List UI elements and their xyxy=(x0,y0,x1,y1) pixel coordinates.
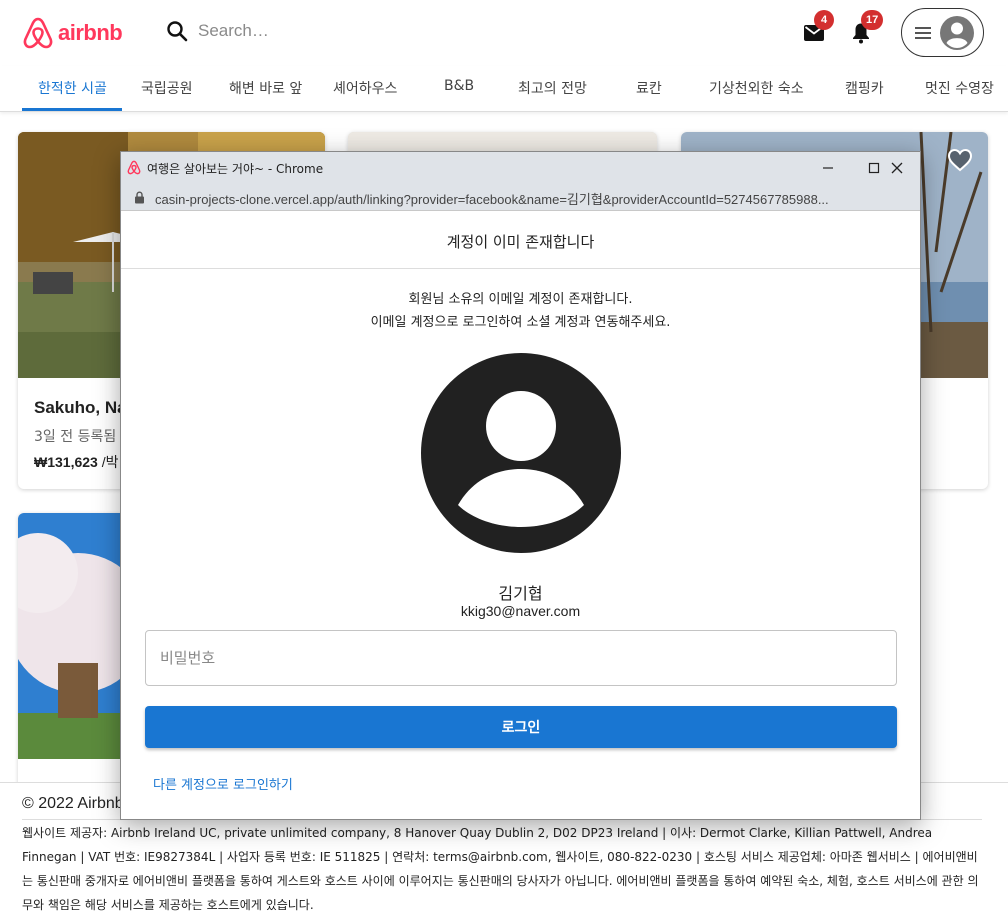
url-text: casin-projects-clone.vercel.app/auth/lin… xyxy=(155,192,829,207)
tab-beachfront[interactable]: 해변 바로 앞 xyxy=(229,78,302,98)
notifications-button[interactable]: 17 xyxy=(849,10,884,44)
category-tabs: 한적한 시골 국립공원 해변 바로 앞 셰어하우스 B&B 최고의 전망 료칸 … xyxy=(0,66,1008,112)
tab-campervans[interactable]: 캠핑카 xyxy=(845,78,884,98)
menu-icon xyxy=(915,26,931,39)
message-line-1: 회원님 소유의 이메일 계정이 존재합니다. xyxy=(408,292,633,307)
listing-price: ₩131,623 /박 xyxy=(34,452,119,472)
tab-countryside[interactable]: 한적한 시골 xyxy=(38,78,107,98)
airbnb-logo-icon xyxy=(23,17,53,49)
close-button[interactable] xyxy=(874,152,920,183)
profile-menu-button[interactable] xyxy=(901,8,984,57)
address-bar[interactable]: casin-projects-clone.vercel.app/auth/lin… xyxy=(121,183,920,211)
copyright-text: © 2022 Airbnb xyxy=(22,795,124,812)
user-email: kkig30@naver.com xyxy=(460,603,581,619)
search-icon xyxy=(167,21,188,42)
price-unit: /박 xyxy=(97,454,119,470)
user-avatar-icon xyxy=(421,353,621,553)
user-name: 김기협 xyxy=(498,584,543,603)
avatar-icon xyxy=(940,15,974,50)
airbnb-favicon-icon xyxy=(127,160,141,175)
dialog-title: 계정이 이미 존재합니다 xyxy=(446,233,595,251)
listing-title: Sakuho, Na xyxy=(34,398,127,417)
search-bar[interactable]: Search… xyxy=(166,20,269,42)
tab-amazing-views[interactable]: 최고의 전망 xyxy=(518,78,587,98)
auth-popup-window: 여행은 살아보는 거야~ - Chrome casin-projects-clo… xyxy=(120,151,921,820)
dialog-header: 계정이 이미 존재합니다 xyxy=(121,211,920,269)
tab-omg[interactable]: 기상천외한 숙소 xyxy=(709,78,804,98)
lock-icon xyxy=(135,191,144,204)
tab-bnb[interactable]: B&B xyxy=(444,78,474,94)
mail-badge: 4 xyxy=(814,10,834,30)
active-tab-indicator xyxy=(22,108,122,111)
price-value: ₩131,623 xyxy=(34,454,98,470)
top-header: airbnb Search… 4 17 xyxy=(0,0,1008,66)
login-button[interactable]: 로그인 xyxy=(145,706,897,748)
message-line-2: 이메일 계정으로 로그인하여 소셜 계정과 연동해주세요. xyxy=(370,315,671,330)
notification-badge: 17 xyxy=(861,10,884,30)
window-titlebar[interactable]: 여행은 살아보는 거야~ - Chrome xyxy=(121,152,920,183)
close-icon xyxy=(891,162,903,173)
search-input[interactable]: Search… xyxy=(198,21,269,41)
heart-icon[interactable] xyxy=(947,148,973,172)
minimize-button[interactable] xyxy=(805,152,851,183)
tab-amazing-pools[interactable]: 멋진 수영장 xyxy=(925,78,994,98)
dialog-message: 회원님 소유의 이메일 계정이 존재합니다. 이메일 계정으로 로그인하여 소셜… xyxy=(121,288,920,334)
logo-text: airbnb xyxy=(58,20,123,45)
tab-national-parks[interactable]: 국립공원 xyxy=(141,78,193,98)
window-title: 여행은 살아보는 거야~ - Chrome xyxy=(147,162,324,176)
tab-ryokan[interactable]: 료칸 xyxy=(636,78,662,98)
listing-subtitle: 3일 전 등록됨 xyxy=(34,429,117,445)
legal-text: 웹사이트 제공자: Airbnb Ireland UC, private unl… xyxy=(22,826,979,912)
login-other-account-link[interactable]: 다른 계정으로 로그인하기 xyxy=(153,774,293,793)
mail-button[interactable]: 4 xyxy=(802,10,834,44)
airbnb-logo[interactable]: airbnb xyxy=(22,16,123,50)
password-input[interactable] xyxy=(145,630,897,686)
minimize-icon xyxy=(823,166,833,169)
tab-shared-homes[interactable]: 셰어하우스 xyxy=(333,78,397,98)
